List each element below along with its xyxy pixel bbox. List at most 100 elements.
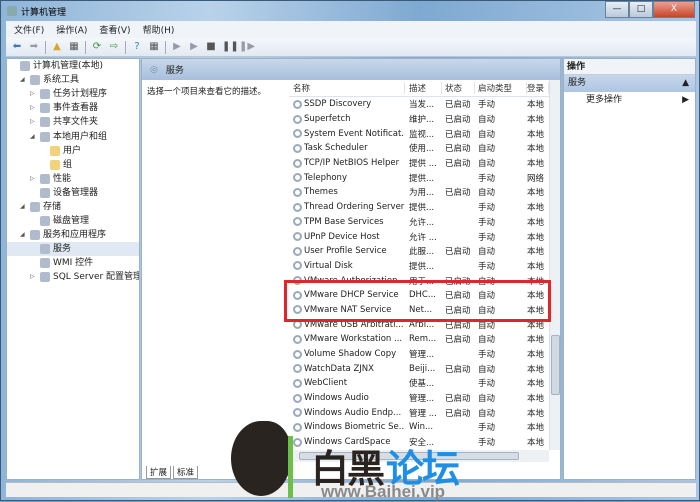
service-cell: 自动 (478, 335, 496, 346)
back-icon[interactable]: ⬅ (11, 41, 23, 53)
forward-icon[interactable]: ➡ (28, 41, 40, 53)
column-status[interactable]: 状态 (442, 82, 475, 94)
service-row[interactable]: Windows Audio Endp... 管理 ... 已启动 自动 本地 (289, 405, 549, 420)
service-icon (293, 334, 302, 344)
service-row[interactable]: Telephony 提供... 手动 网络 (289, 170, 549, 185)
service-row[interactable]: Windows Audio 管理... 已启动 自动 本地 (289, 391, 549, 406)
service-row[interactable]: Themes 为用... 已启动 自动 本地 (289, 185, 549, 200)
service-row[interactable]: TCP/IP NetBIOS Helper 提供 ... 已启动 自动 本地 (289, 156, 549, 171)
service-name: System Event Notificat... (304, 128, 405, 139)
menu-help[interactable]: 帮助(H) (143, 23, 175, 36)
service-row[interactable]: WebClient 使基... 手动 本地 (289, 376, 549, 391)
tree-item[interactable]: ▷ 共享文件夹 (7, 115, 139, 129)
tab-standard[interactable]: 标准 (173, 466, 199, 479)
tree-item[interactable]: 设备管理器 (7, 186, 139, 200)
horizontal-scrollbar[interactable] (289, 450, 549, 462)
play-icon[interactable]: ▶ (171, 41, 183, 53)
column-log-on[interactable]: 登录 (527, 82, 549, 94)
tree-item[interactable]: ◢ 本地用户和组 (7, 129, 139, 143)
expand-arrow-icon[interactable]: ◢ (20, 228, 27, 242)
tree-item[interactable]: ◢ 服务和应用程序 (7, 228, 139, 242)
tree-item-label: 计算机管理(本地) (33, 61, 104, 72)
service-cell: 此服... (409, 247, 435, 258)
stop-icon[interactable]: ■ (205, 41, 217, 53)
service-row[interactable]: TPM Base Services 允许... 手动 本地 (289, 215, 549, 230)
more-actions[interactable]: 更多操作 ▶ (564, 92, 695, 109)
service-row[interactable]: UPnP Device Host 允许 ... 手动 本地 (289, 229, 549, 244)
service-row[interactable]: Thread Ordering Server 提供... 手动 本地 (289, 200, 549, 215)
expand-arrow-icon[interactable]: ▷ (30, 101, 37, 115)
maximize-button[interactable]: □ (629, 1, 653, 18)
service-cell: 已启动 (445, 247, 471, 258)
menu-action[interactable]: 操作(A) (56, 23, 87, 36)
service-cell: 安全... (409, 438, 435, 449)
menu-view[interactable]: 查看(V) (99, 23, 130, 36)
tree-item[interactable]: ▷ 事件查看器 (7, 101, 139, 115)
tree-item[interactable]: ◢ 存储 (7, 200, 139, 214)
expand-arrow-icon[interactable]: ◢ (20, 200, 27, 214)
service-row[interactable]: WatchData ZJNX Beiji... 已启动 自动 本地 (289, 361, 549, 376)
tree-item[interactable]: ▷ SQL Server 配置管理器 (7, 270, 139, 284)
service-row[interactable]: Windows Biometric Se... Win... 手动 本地 (289, 420, 549, 435)
column-description[interactable]: 描述 (405, 82, 442, 94)
service-row[interactable]: Windows CardSpace 安全... 手动 本地 (289, 435, 549, 450)
title-bar: 计算机管理 — □ X (1, 1, 700, 21)
expand-arrow-icon[interactable]: ▷ (30, 172, 37, 186)
refresh-icon[interactable]: ⟳ (91, 41, 103, 53)
menu-file[interactable]: 文件(F) (14, 23, 44, 36)
tree-node-icon (40, 216, 50, 227)
tree-item[interactable]: 服务 (7, 242, 139, 257)
service-name: WebClient (304, 378, 348, 389)
service-cell: 手动 (478, 261, 496, 272)
service-row[interactable]: SSDP Discovery 当发... 已启动 手动 本地 (289, 97, 549, 112)
tree-node-icon (40, 89, 50, 100)
pause-icon[interactable]: ❚❚ (222, 41, 239, 53)
column-startup-type[interactable]: 启动类型 (475, 82, 527, 94)
show-hide-tree-icon[interactable]: ▦ (68, 41, 80, 53)
service-row[interactable]: Volume Shadow Copy 管理... 手动 本地 (289, 347, 549, 362)
service-row[interactable]: VMware Workstation ... Rem... 已启动 自动 本地 (289, 332, 549, 347)
computer-management-icon (7, 6, 17, 16)
collapse-icon[interactable]: ▲ (682, 75, 689, 92)
service-cell: Rem... (409, 334, 437, 345)
expand-arrow-icon[interactable]: ▷ (30, 115, 37, 129)
tab-extended[interactable]: 扩展 (146, 466, 172, 479)
tree-item[interactable]: 计算机管理(本地) (7, 59, 139, 73)
service-row[interactable]: System Event Notificat... 监视... 已启动 自动 本地 (289, 126, 549, 141)
tree-item[interactable]: WMI 控件 (7, 256, 139, 270)
minimize-button[interactable]: — (605, 1, 629, 18)
service-row[interactable]: Task Scheduler 使用... 已启动 自动 本地 (289, 141, 549, 156)
expand-arrow-icon[interactable]: ◢ (30, 130, 37, 144)
service-name: Windows CardSpace (304, 437, 391, 448)
actions-section-services[interactable]: 服务 ▲ (564, 75, 695, 92)
properties-icon[interactable]: ▦ (148, 41, 160, 53)
scroll-thumb-horizontal[interactable] (299, 452, 519, 460)
tree-item[interactable]: ◢ 系统工具 (7, 73, 139, 87)
service-row[interactable]: Superfetch 维护... 已启动 自动 本地 (289, 112, 549, 127)
service-cell: 自动 (478, 115, 496, 126)
expand-arrow-icon[interactable]: ▷ (30, 270, 37, 284)
tree-item[interactable]: 用户 (7, 144, 139, 158)
vertical-scrollbar[interactable] (549, 80, 560, 450)
tree-item[interactable]: 磁盘管理 (7, 214, 139, 228)
play-alt-icon[interactable]: ▶ (188, 41, 200, 53)
tree-node-icon (20, 61, 30, 72)
up-icon[interactable]: ▲ (51, 41, 63, 53)
service-cell: 手动 (478, 438, 496, 449)
service-cell: 使用... (409, 144, 435, 155)
service-cell: 自动 (478, 159, 496, 170)
service-row[interactable]: Virtual Disk 提供... 手动 本地 (289, 259, 549, 274)
tree-item[interactable]: ▷ 任务计划程序 (7, 87, 139, 101)
column-name[interactable]: 名称 (289, 82, 405, 94)
tree-item[interactable]: ▷ 性能 (7, 172, 139, 186)
tree-item-label: 共享文件夹 (53, 117, 99, 128)
expand-arrow-icon[interactable]: ◢ (20, 73, 27, 87)
service-row[interactable]: User Profile Service 此服... 已启动 自动 本地 (289, 244, 549, 259)
close-button[interactable]: X (653, 1, 695, 18)
tree-item[interactable]: 组 (7, 158, 139, 172)
scroll-thumb[interactable] (551, 335, 560, 395)
export-icon[interactable]: ⇨ (108, 41, 120, 53)
expand-arrow-icon[interactable]: ▷ (30, 87, 37, 101)
help-icon[interactable]: ? (131, 41, 143, 53)
resume-icon[interactable]: ❚▶ (239, 41, 255, 53)
